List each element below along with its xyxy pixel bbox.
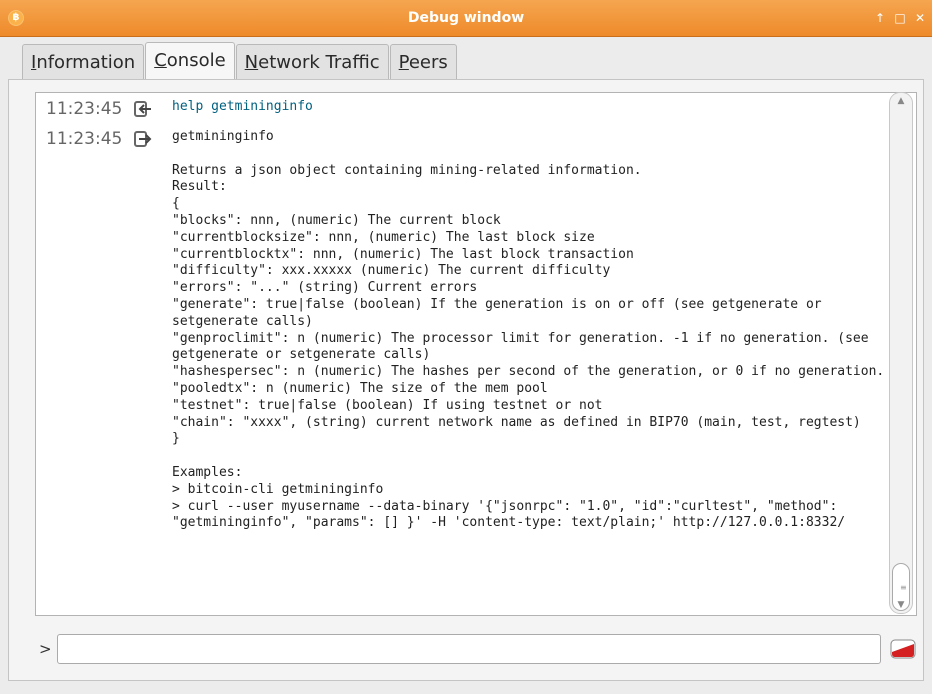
tab-peers[interactable]: Peers [389, 44, 457, 79]
reply-text: getmininginfo Returns a json object cont… [172, 129, 885, 531]
tab-console[interactable]: Console [145, 42, 235, 79]
clear-console-icon[interactable] [889, 636, 917, 662]
tab-network-traffic[interactable]: Network Traffic [235, 44, 389, 79]
scroll-up-icon[interactable]: ▲ [894, 95, 908, 107]
tab-bar: Information Console Network Traffic Peer… [22, 42, 458, 80]
command-arrow-in-icon [134, 101, 151, 117]
timestamp: 11:23:45 [46, 99, 123, 119]
grip-icon: ≡ [900, 583, 907, 592]
console-pane: 11:23:45 help getmininginfo 11:23:45 get… [8, 79, 924, 681]
timestamp: 11:23:45 [46, 129, 123, 149]
maximize-icon[interactable]: □ [894, 11, 906, 25]
console-output[interactable]: 11:23:45 help getmininginfo 11:23:45 get… [35, 92, 917, 616]
command-text: help getmininginfo [172, 99, 313, 114]
title-bar: ฿ Debug window ↑ □ ✕ [0, 0, 932, 37]
reply-arrow-out-icon [134, 131, 152, 147]
prompt-symbol: > [39, 640, 52, 658]
tab-information[interactable]: Information [22, 44, 145, 79]
window-title: Debug window [407, 10, 525, 26]
keep-above-icon[interactable]: ↑ [874, 11, 886, 25]
close-icon[interactable]: ✕ [914, 11, 926, 25]
window-controls: ↑ □ ✕ [874, 0, 926, 36]
console-scrollbar[interactable]: ▲ ≡ ▼ [889, 92, 913, 614]
command-input[interactable] [57, 634, 881, 664]
scroll-down-icon[interactable]: ▼ [894, 599, 908, 611]
